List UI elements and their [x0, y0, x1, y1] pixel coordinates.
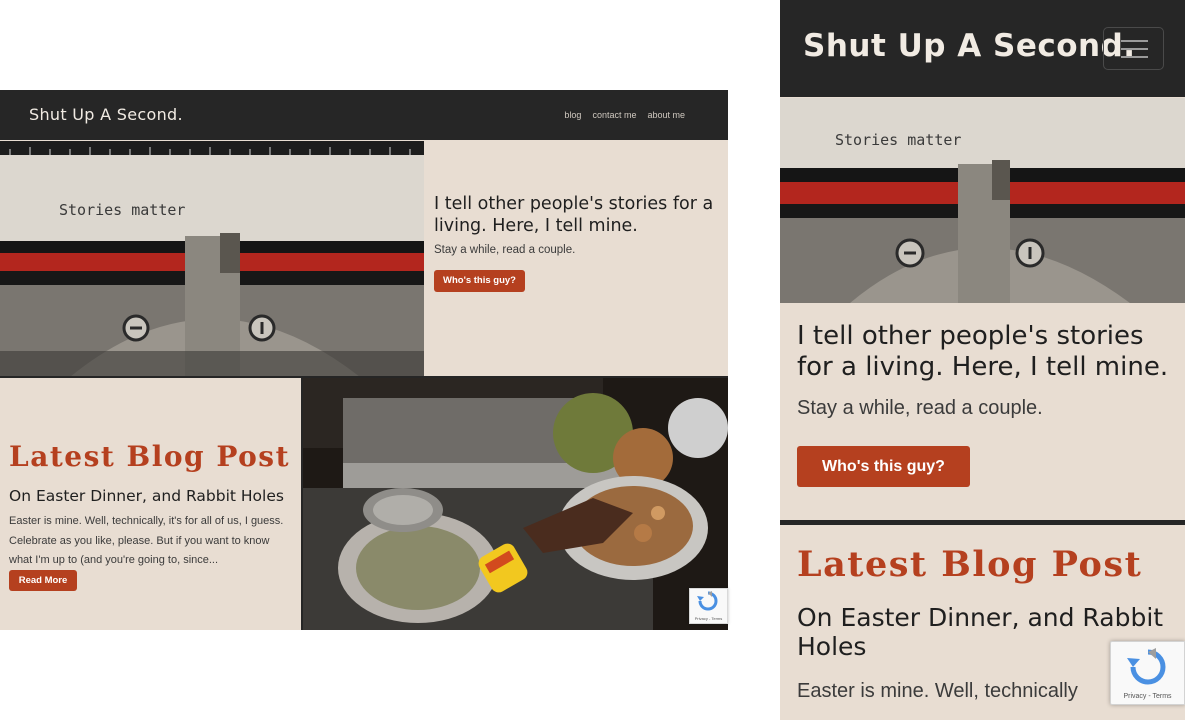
mobile-preview: Shut Up A Second. Stories matter I tell …: [780, 0, 1185, 720]
hero-title: I tell other people's stories for a livi…: [434, 194, 714, 236]
latest-post-panel: Latest Blog Post On Easter Dinner, and R…: [0, 378, 301, 630]
mobile-navbar: Shut Up A Second.: [780, 0, 1185, 97]
hamburger-icon: [1121, 48, 1148, 50]
nav-link-contact[interactable]: contact me: [592, 110, 636, 120]
latest-blog-post-heading-mobile: Latest Blog Post: [797, 544, 1143, 585]
post-excerpt: Easter is mine. Well, technically, it's …: [9, 515, 284, 566]
screenshot-stage: Shut Up A Second. blog contact me about …: [0, 0, 1185, 720]
brand-logo[interactable]: Shut Up A Second.: [29, 105, 183, 124]
hamburger-icon: [1121, 56, 1148, 58]
typewriter-hero-image: [0, 141, 424, 377]
desktop-preview: Shut Up A Second. blog contact me about …: [0, 90, 728, 630]
nav-link-about[interactable]: about me: [647, 110, 685, 120]
nav-links: blog contact me about me: [564, 110, 685, 120]
hero-title-mobile: I tell other people's stories for a livi…: [797, 321, 1169, 382]
recaptcha-label: Privacy - Terms: [1123, 693, 1172, 700]
hero-image-caption-mobile: Stories matter: [835, 131, 962, 149]
hero-subtitle-mobile: Stay a while, read a couple.: [797, 397, 1043, 419]
recaptcha-icon: [697, 591, 718, 611]
whos-this-guy-button-mobile[interactable]: Who's this guy?: [797, 446, 970, 487]
cooking-photo: [303, 378, 728, 630]
hero-subtitle: Stay a while, read a couple.: [434, 244, 576, 256]
recaptcha-icon: [1127, 648, 1166, 685]
nav-link-blog[interactable]: blog: [564, 110, 581, 120]
read-more-button[interactable]: Read More: [9, 570, 77, 591]
recaptcha-badge[interactable]: Privacy - Terms: [1110, 641, 1185, 705]
whos-this-guy-button[interactable]: Who's this guy?: [434, 270, 525, 292]
section-divider-mobile: [780, 520, 1185, 525]
typewriter-hero-image-mobile: [780, 98, 1185, 303]
desktop-navbar: Shut Up A Second. blog contact me about …: [0, 90, 728, 140]
latest-blog-post-heading: Latest Blog Post: [9, 440, 291, 473]
hamburger-icon: [1121, 40, 1148, 42]
recaptcha-badge-small[interactable]: Privacy - Terms: [689, 588, 728, 624]
brand-logo-mobile[interactable]: Shut Up A Second.: [803, 28, 1136, 64]
hero-text-panel: I tell other people's stories for a livi…: [427, 143, 728, 376]
menu-toggle-button[interactable]: [1103, 27, 1164, 70]
hero-image-caption: Stories matter: [59, 201, 186, 219]
post-title[interactable]: On Easter Dinner, and Rabbit Holes: [9, 487, 284, 505]
recaptcha-label: Privacy - Terms: [694, 616, 723, 621]
